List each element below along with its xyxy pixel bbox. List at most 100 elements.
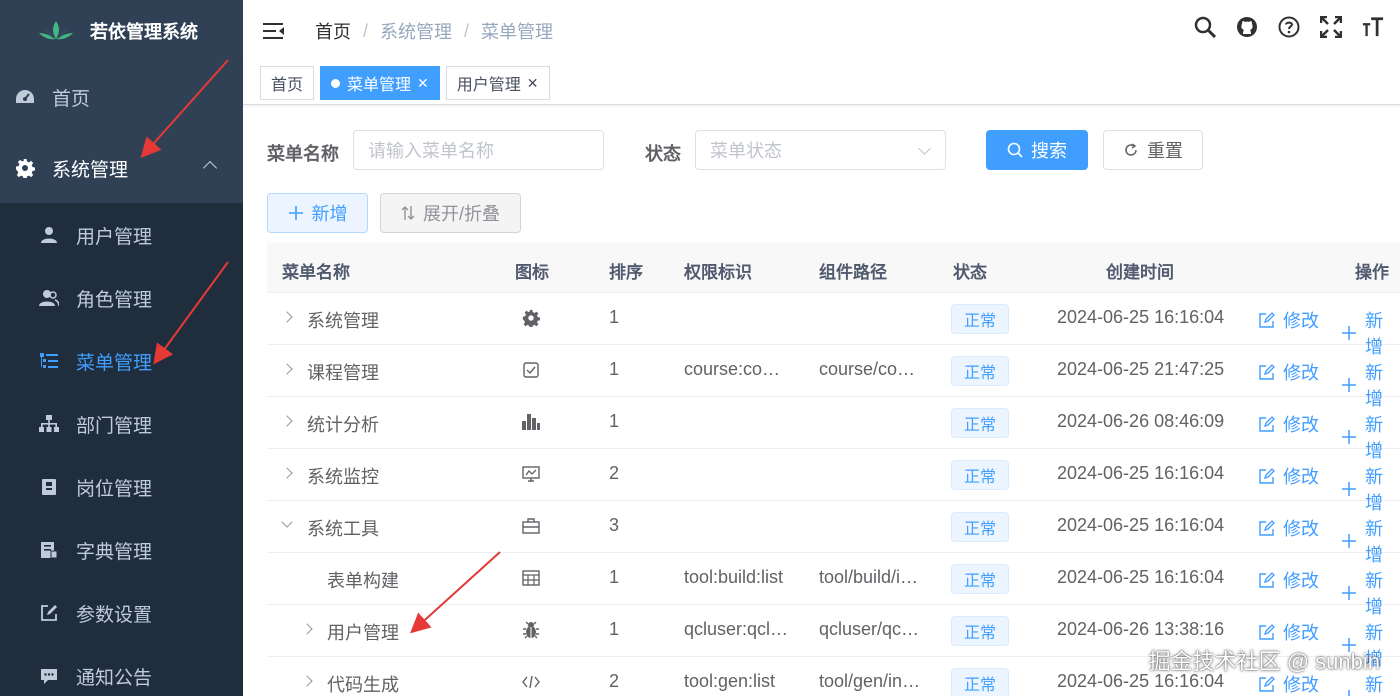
plus-icon xyxy=(1341,377,1357,393)
cell-component: tool/build/i… xyxy=(819,567,919,587)
edit-link[interactable]: 修改 xyxy=(1259,359,1319,385)
status-badge: 正常 xyxy=(951,564,1010,594)
cell-created: 2024-06-26 08:46:09 xyxy=(1057,411,1225,431)
chevron-down-icon[interactable] xyxy=(281,516,293,528)
cell-name: 用户管理 xyxy=(327,623,399,643)
cell-order: 1 xyxy=(609,411,620,431)
edit-label: 修改 xyxy=(1283,519,1319,539)
chevron-right-icon[interactable] xyxy=(301,675,313,687)
cell-created: 2024-06-25 21:47:25 xyxy=(1057,359,1225,379)
edit-label: 修改 xyxy=(1283,623,1319,643)
status-badge: 正常 xyxy=(951,356,1010,386)
cell-order: 1 xyxy=(609,619,620,639)
logo[interactable]: 若依管理系统 xyxy=(0,0,243,62)
reset-button[interactable]: 重置 xyxy=(1103,130,1203,170)
plus-icon xyxy=(1341,689,1357,696)
sidebar-item-dict[interactable]: 字典管理 xyxy=(0,518,243,582)
peoples-icon xyxy=(38,287,60,309)
search-icon[interactable] xyxy=(1194,14,1216,40)
sidebar-item-label: 字典管理 xyxy=(76,541,153,563)
edit-label: 修改 xyxy=(1283,363,1319,383)
chevron-right-icon[interactable] xyxy=(281,363,293,375)
header-name: 菜单名称 xyxy=(282,263,350,282)
edit-icon xyxy=(1259,364,1275,380)
edit-link[interactable]: 修改 xyxy=(1259,567,1319,593)
edit-link[interactable]: 修改 xyxy=(1259,411,1319,437)
add-button[interactable]: 新增 xyxy=(267,193,368,233)
edit-link[interactable]: 修改 xyxy=(1259,515,1319,541)
table-row: 统计分析 1 正常 2024-06-26 08:46:09 修改 新增 xyxy=(267,397,1400,461)
sidebar-item-post[interactable]: 岗位管理 xyxy=(0,455,243,519)
chevron-up-icon xyxy=(202,160,218,176)
cell-perms: qcluser:qcl… xyxy=(684,619,789,639)
bar-chart-icon xyxy=(521,412,541,432)
cell-order: 3 xyxy=(609,515,620,535)
chevron-right-icon[interactable] xyxy=(281,311,293,323)
chevron-right-icon[interactable] xyxy=(281,415,293,427)
plus-icon xyxy=(1341,585,1357,601)
edit-icon xyxy=(1259,676,1275,692)
expand-collapse-button[interactable]: 展开/折叠 xyxy=(380,193,521,233)
menu-name-input[interactable]: 请输入菜单名称 xyxy=(353,130,604,170)
sidebar-item-home[interactable]: 首页 xyxy=(0,65,243,129)
hamburger-icon[interactable] xyxy=(263,22,285,40)
status-badge: 正常 xyxy=(951,512,1010,542)
table-row: 表单构建 1 tool:build:list tool/build/i… 正常 2024-… xyxy=(267,553,1400,617)
sidebar-item-notice[interactable]: 通知公告 xyxy=(0,644,243,696)
question-icon[interactable] xyxy=(1278,14,1300,40)
cell-order: 1 xyxy=(609,359,620,379)
gear-icon xyxy=(521,308,541,328)
edit-link[interactable]: 修改 xyxy=(1259,307,1319,333)
edit-link[interactable]: 修改 xyxy=(1259,463,1319,489)
status-badge: 正常 xyxy=(951,408,1010,438)
cell-perms: tool:gen:list xyxy=(684,671,776,691)
font-size-icon[interactable] xyxy=(1362,14,1384,40)
close-icon[interactable]: ✕ xyxy=(417,75,429,92)
sidebar-item-menu[interactable]: 菜单管理 xyxy=(0,329,243,393)
sidebar-item-user[interactable]: 用户管理 xyxy=(0,203,243,267)
tag-menu[interactable]: 菜单管理 ✕ xyxy=(320,66,440,100)
sidebar-item-role[interactable]: 角色管理 xyxy=(0,266,243,330)
breadcrumb: 首页 / 系统管理 / 菜单管理 xyxy=(315,18,553,44)
cell-perms: tool:build:list xyxy=(684,567,784,587)
search-button[interactable]: 搜索 xyxy=(986,130,1088,170)
tree-table-icon xyxy=(38,350,60,372)
header-perms: 权限标识 xyxy=(684,263,752,282)
cell-name: 代码生成 xyxy=(327,675,399,695)
search-icon xyxy=(1007,142,1023,158)
status-badge: 正常 xyxy=(951,304,1010,334)
menu-name-label: 菜单名称 xyxy=(267,144,339,164)
cell-name: 系统监控 xyxy=(307,467,379,487)
active-dot xyxy=(331,78,341,88)
status-select[interactable]: 菜单状态 xyxy=(695,130,946,170)
table-row: 课程管理 1 course:co… course/co… 正常 2024-06-25 21… xyxy=(267,345,1400,409)
tag-label: 用户管理 xyxy=(456,77,521,94)
chevron-right-icon[interactable] xyxy=(281,467,293,479)
edit-link[interactable]: 修改 xyxy=(1259,619,1319,645)
sidebar-item-label: 岗位管理 xyxy=(76,478,153,500)
chevron-right-icon[interactable] xyxy=(301,623,313,635)
fullscreen-icon[interactable] xyxy=(1320,14,1342,40)
breadcrumb-menu: 菜单管理 xyxy=(481,22,554,42)
tag-user[interactable]: 用户管理 ✕ xyxy=(445,66,550,100)
table-row: 系统管理 1 正常 2024-06-25 16:16:04 修改 新增 xyxy=(267,293,1400,357)
close-icon[interactable]: ✕ xyxy=(527,75,539,92)
plus-icon xyxy=(1341,325,1357,341)
sidebar-item-system[interactable]: 系统管理 xyxy=(0,136,243,200)
sidebar-item-config[interactable]: 参数设置 xyxy=(0,581,243,645)
sidebar-item-dept[interactable]: 部门管理 xyxy=(0,392,243,456)
breadcrumb-system: 系统管理 xyxy=(380,22,453,42)
refresh-icon xyxy=(1123,142,1139,158)
breadcrumb-separator: / xyxy=(464,20,470,41)
sidebar-item-label: 通知公告 xyxy=(76,667,153,689)
cell-created: 2024-06-26 13:38:16 xyxy=(1057,619,1225,639)
logo-icon xyxy=(39,21,73,40)
github-icon[interactable] xyxy=(1236,14,1258,40)
reset-button-label: 重置 xyxy=(1147,141,1183,161)
breadcrumb-home[interactable]: 首页 xyxy=(315,18,351,44)
tag-home[interactable]: 首页 xyxy=(260,66,315,100)
expand-collapse-label: 展开/折叠 xyxy=(422,204,500,224)
header-actions: 操作 xyxy=(1355,263,1389,282)
tag-label: 首页 xyxy=(271,77,304,94)
header-icon: 图标 xyxy=(515,263,549,282)
